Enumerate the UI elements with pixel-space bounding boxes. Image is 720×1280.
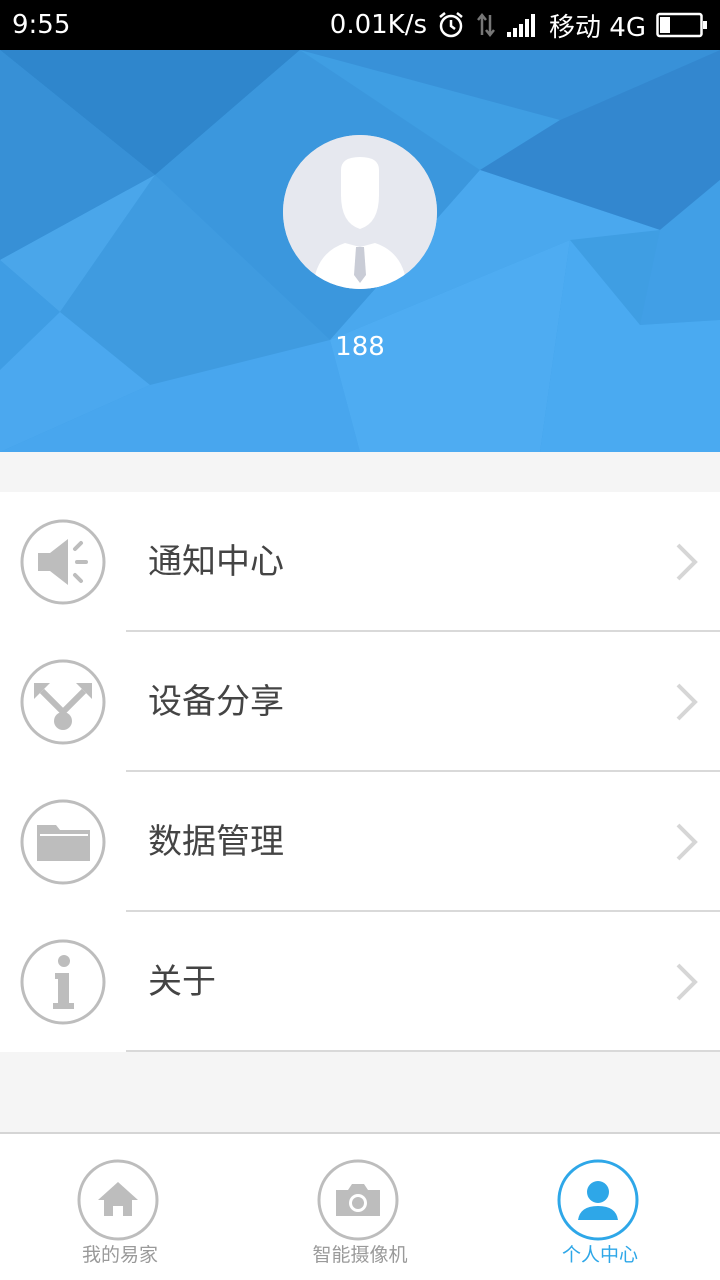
data-transfer-icon bbox=[475, 11, 497, 39]
share-icon bbox=[20, 659, 106, 745]
tab-label: 我的易家 bbox=[81, 1244, 158, 1266]
tab-personal-center[interactable]: 个人中心 bbox=[480, 1134, 720, 1280]
status-bar: 9:55 0.01K/s 移动 4G bbox=[0, 0, 720, 50]
tab-label: 个人中心 bbox=[561, 1244, 638, 1266]
bottom-tab-bar: 我的易家 智能摄像机 个人中心 bbox=[0, 1132, 720, 1280]
menu-label: 数据管理 bbox=[148, 822, 284, 862]
signal-icon bbox=[507, 13, 539, 37]
menu-item-notifications[interactable]: 通知中心 bbox=[0, 492, 720, 632]
user-icon bbox=[557, 1159, 639, 1241]
tab-label: 智能摄像机 bbox=[312, 1244, 408, 1266]
settings-menu: 通知中心 设备分享 数据管理 关于 bbox=[0, 492, 720, 1052]
default-avatar-icon bbox=[283, 135, 437, 289]
menu-item-device-share[interactable]: 设备分享 bbox=[0, 632, 720, 772]
chevron-right-icon bbox=[676, 823, 698, 861]
avatar[interactable] bbox=[283, 135, 437, 289]
menu-label: 关于 bbox=[148, 962, 216, 1002]
menu-label: 通知中心 bbox=[148, 542, 284, 582]
menu-item-about[interactable]: 关于 bbox=[0, 912, 720, 1052]
menu-item-data-management[interactable]: 数据管理 bbox=[0, 772, 720, 912]
status-time: 9:55 bbox=[12, 10, 71, 40]
menu-label: 设备分享 bbox=[148, 682, 284, 722]
chevron-right-icon bbox=[676, 683, 698, 721]
speaker-icon bbox=[20, 519, 106, 605]
home-icon bbox=[77, 1159, 159, 1241]
network-speed: 0.01K/s bbox=[329, 10, 428, 40]
tab-my-home[interactable]: 我的易家 bbox=[0, 1134, 240, 1280]
profile-header: 188 bbox=[0, 50, 720, 452]
info-icon bbox=[20, 939, 106, 1025]
chevron-right-icon bbox=[676, 543, 698, 581]
battery-icon bbox=[656, 12, 708, 38]
camera-icon bbox=[317, 1159, 399, 1241]
status-right: 0.01K/s 移动 4G bbox=[330, 7, 708, 44]
tab-smart-camera[interactable]: 智能摄像机 bbox=[240, 1134, 480, 1280]
alarm-icon bbox=[437, 11, 465, 39]
carrier-label: 移动 4G bbox=[549, 12, 646, 43]
divider bbox=[126, 1050, 720, 1052]
username: 188 bbox=[335, 332, 385, 362]
chevron-right-icon bbox=[676, 963, 698, 1001]
folder-icon bbox=[20, 799, 106, 885]
